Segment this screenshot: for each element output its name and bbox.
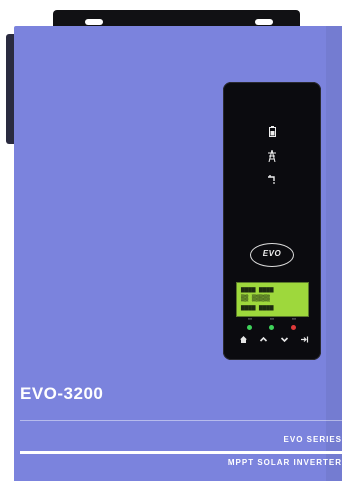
series-label: EVO SERIES (283, 435, 342, 444)
logo-text: EVO (262, 249, 282, 258)
down-button[interactable] (279, 335, 290, 346)
divider-line-thick (20, 451, 342, 454)
divider-line (20, 420, 342, 421)
status-led-green (269, 325, 274, 330)
faucet-icon (223, 174, 321, 187)
lcd-segment-row: ▆▆▆▆ ▆▆▆▆ (241, 304, 274, 311)
up-arrow-icon (259, 336, 268, 342)
body-edge-shade (326, 26, 342, 481)
status-led-green (247, 325, 252, 330)
mounting-slot (255, 19, 273, 25)
fault-led-red (291, 325, 296, 330)
led-label: ▪▪▪ (292, 317, 296, 321)
model-name: EVO-3200 (20, 384, 104, 403)
down-arrow-icon (280, 337, 289, 343)
lcd-segment-row: ▆▆▆▆ ▆▆▆▆ (241, 286, 274, 293)
led-label: ▪▪▪ (248, 317, 252, 321)
battery-icon (223, 126, 321, 140)
product-subtitle: MPPT SOLAR INVERTER (227, 458, 342, 467)
led-label: ▪▪▪ (270, 317, 274, 321)
enter-icon (301, 336, 309, 343)
up-button[interactable] (258, 335, 269, 346)
evo-logo: EVO (250, 243, 294, 267)
mounting-slot (85, 19, 103, 25)
grid-tower-icon (223, 149, 321, 165)
home-icon (240, 336, 247, 343)
lcd-display: ▆▆▆▆ ▆▆▆▆ ▒▒ ▒▒▒▒▒ ▆▆▆▆ ▆▆▆▆ (236, 282, 309, 317)
lcd-segment-row: ▒▒ ▒▒▒▒▒ (241, 295, 270, 302)
home-button[interactable] (238, 335, 249, 346)
enter-button[interactable] (299, 335, 310, 346)
